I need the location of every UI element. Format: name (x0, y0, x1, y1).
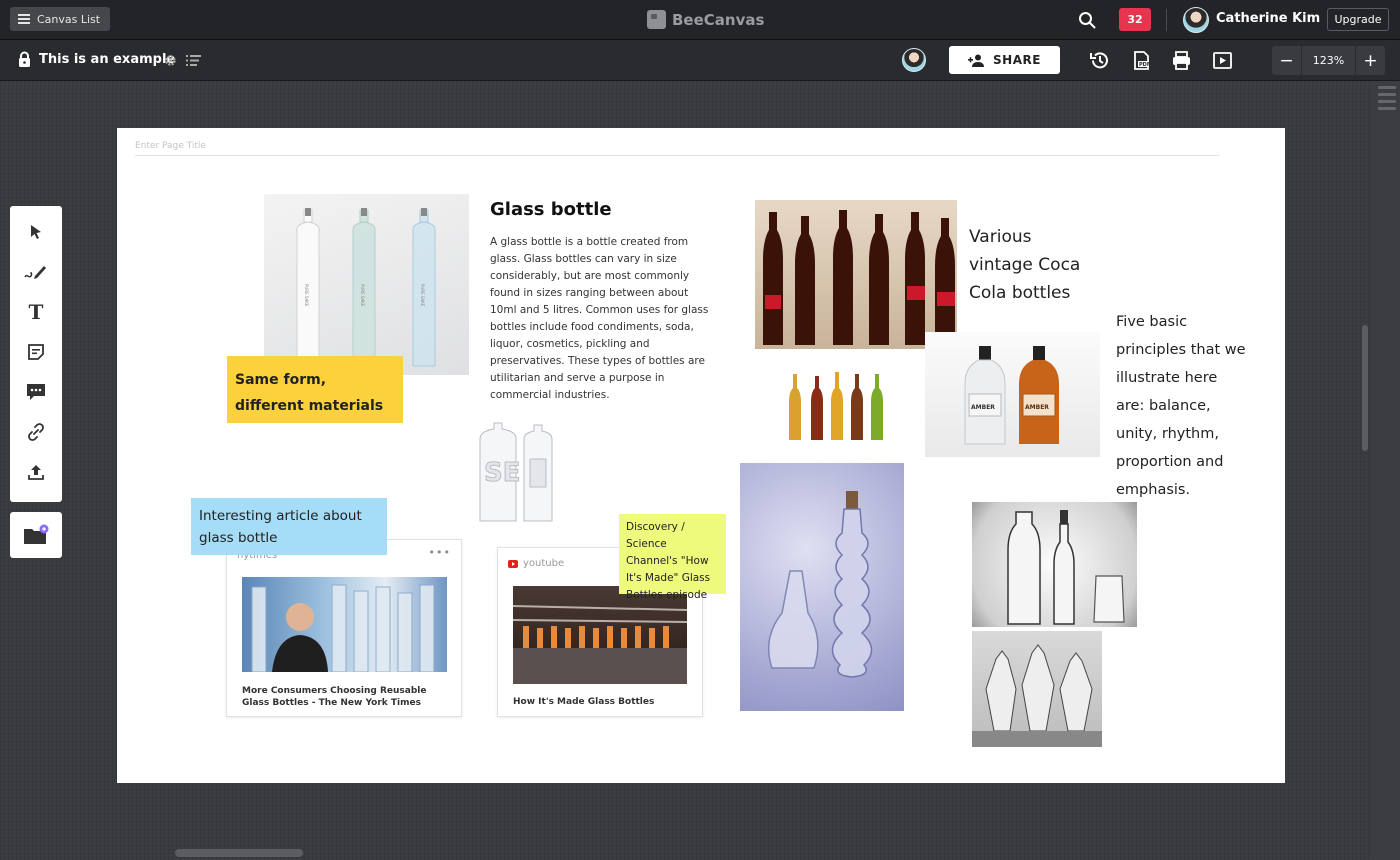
canvas-list-label: Canvas List (37, 12, 101, 26)
sticky-note-icon (28, 344, 44, 360)
beer-bottles-image[interactable] (785, 364, 891, 444)
crystal-illustration (972, 644, 1102, 747)
sticky-note-blue[interactable]: Interesting article about glass bottle (191, 498, 387, 555)
link-tool-button[interactable] (24, 420, 48, 444)
pen-tool-button[interactable] (24, 260, 48, 284)
svg-text:PDF: PDF (1139, 62, 1150, 68)
select-tool-button[interactable] (24, 220, 48, 244)
notification-badge[interactable]: 32 (1119, 8, 1151, 31)
amber-bottles-image[interactable]: AMBER AMBER (925, 332, 1100, 457)
upgrade-button[interactable]: Upgrade (1327, 8, 1389, 31)
gear-icon[interactable] (164, 54, 177, 67)
member-avatar[interactable] (902, 48, 926, 72)
folder-button[interactable] (10, 512, 62, 558)
youtube-source: youtube (523, 558, 565, 569)
sticky-note-tool-button[interactable] (24, 340, 48, 364)
vertical-scrollbar[interactable] (1362, 325, 1368, 451)
clear-bottles-image[interactable]: SE (472, 421, 557, 527)
canvas-page[interactable]: PURE SAKE PURE SAKE PURE SAKE Same form, d… (117, 128, 1285, 783)
sticky-note-yellow[interactable]: Same form, different materials (227, 356, 403, 423)
crystal-bottles-image[interactable] (972, 631, 1102, 747)
present-icon[interactable] (1212, 50, 1233, 71)
search-icon[interactable] (1078, 11, 1096, 29)
upload-tool-button[interactable] (24, 460, 48, 484)
canvas-toolbar: This is an example SHARE PDF − 123% + (0, 40, 1400, 81)
link-source: youtube (508, 558, 564, 569)
minimap-icon[interactable] (1378, 86, 1396, 112)
zoom-in-button[interactable]: + (1356, 46, 1385, 75)
share-label: SHARE (993, 53, 1041, 67)
pdf-export-icon[interactable]: PDF (1131, 50, 1152, 71)
amber-label-right: AMBER (1025, 404, 1049, 411)
brand-logo: BeeCanvas (647, 10, 764, 29)
clear-bottles-illustration: SE (479, 422, 553, 522)
thumbnail-illustration (251, 584, 435, 672)
link-icon (28, 423, 44, 441)
user-name[interactable]: Catherine Kim (1216, 11, 1320, 26)
zoom-level[interactable]: 123% (1301, 46, 1356, 75)
amber-label-left: AMBER (971, 404, 995, 411)
principles-text[interactable]: Five basic principles that we illustrate… (1116, 308, 1246, 504)
glass-bottle-description[interactable]: A glass bottle is a bottle created from … (490, 234, 715, 404)
youtube-icon (508, 559, 518, 568)
comment-tool-button[interactable] (24, 380, 48, 404)
left-toolbar: T (10, 206, 62, 502)
print-icon[interactable] (1171, 50, 1192, 71)
beer-bottles-illustration (789, 372, 883, 440)
amber-bottles-illustration (964, 346, 1059, 445)
svg-text:PURE SAKE: PURE SAKE (304, 284, 309, 307)
canvas-list-button[interactable]: Canvas List (10, 7, 111, 31)
svg-text:PURE SAKE: PURE SAKE (420, 284, 425, 307)
text-icon: T (28, 300, 44, 324)
history-icon[interactable] (1089, 50, 1110, 71)
divider (1166, 9, 1167, 31)
coca-cola-caption[interactable]: Various vintage Coca Cola bottles (969, 223, 1084, 307)
share-button[interactable]: SHARE (949, 46, 1060, 74)
carafe-bottles-image[interactable] (972, 502, 1137, 627)
top-bar: Canvas List BeeCanvas 32 Catherine Kim U… (0, 0, 1400, 40)
coca-cola-bottles-image[interactable] (755, 200, 957, 349)
zoom-control: − 123% + (1272, 46, 1385, 75)
glass-vase-image[interactable] (740, 463, 904, 711)
sticky-note-lime[interactable]: Discovery / Science Channel's "How It's … (619, 514, 726, 601)
upload-icon (28, 465, 44, 480)
nytimes-thumbnail (242, 577, 447, 672)
canvas-title[interactable]: This is an example (39, 52, 175, 67)
horizontal-scrollbar[interactable] (175, 849, 303, 857)
svg-text:PURE SAKE: PURE SAKE (360, 284, 365, 307)
coca-cola-illustration (763, 210, 955, 345)
beecanvas-logo-icon (647, 10, 666, 29)
svg-text:SE: SE (484, 458, 521, 488)
link-card-nytimes[interactable]: nytimes ••• More Consumers Choosing Reus… (226, 539, 462, 717)
vertical-scroll-track (1372, 81, 1400, 860)
youtube-title: How It's Made Glass Bottles (513, 697, 655, 707)
user-avatar[interactable] (1183, 7, 1209, 33)
carafe-illustration (1007, 510, 1125, 625)
glass-bottle-heading[interactable]: Glass bottle (490, 199, 612, 220)
add-person-icon (968, 54, 985, 67)
comment-icon (27, 384, 45, 400)
more-options-icon[interactable]: ••• (429, 546, 451, 559)
outline-list-icon[interactable] (186, 54, 201, 67)
lock-icon (19, 51, 30, 67)
white-bottles-image[interactable]: PURE SAKE PURE SAKE PURE SAKE (264, 194, 469, 375)
folder-icon (24, 524, 49, 544)
text-tool-button[interactable]: T (24, 300, 48, 324)
zoom-out-button[interactable]: − (1272, 46, 1301, 75)
menu-icon (18, 14, 30, 24)
glass-vase-illustration (767, 491, 873, 678)
bottles-illustration: PURE SAKE PURE SAKE PURE SAKE (296, 208, 436, 367)
brand-name: BeeCanvas (672, 10, 765, 29)
cursor-icon (31, 225, 41, 239)
page-title-input[interactable] (135, 136, 1220, 156)
nytimes-title: More Consumers Choosing Reusable Glass B… (242, 686, 427, 708)
pen-icon (24, 266, 46, 279)
